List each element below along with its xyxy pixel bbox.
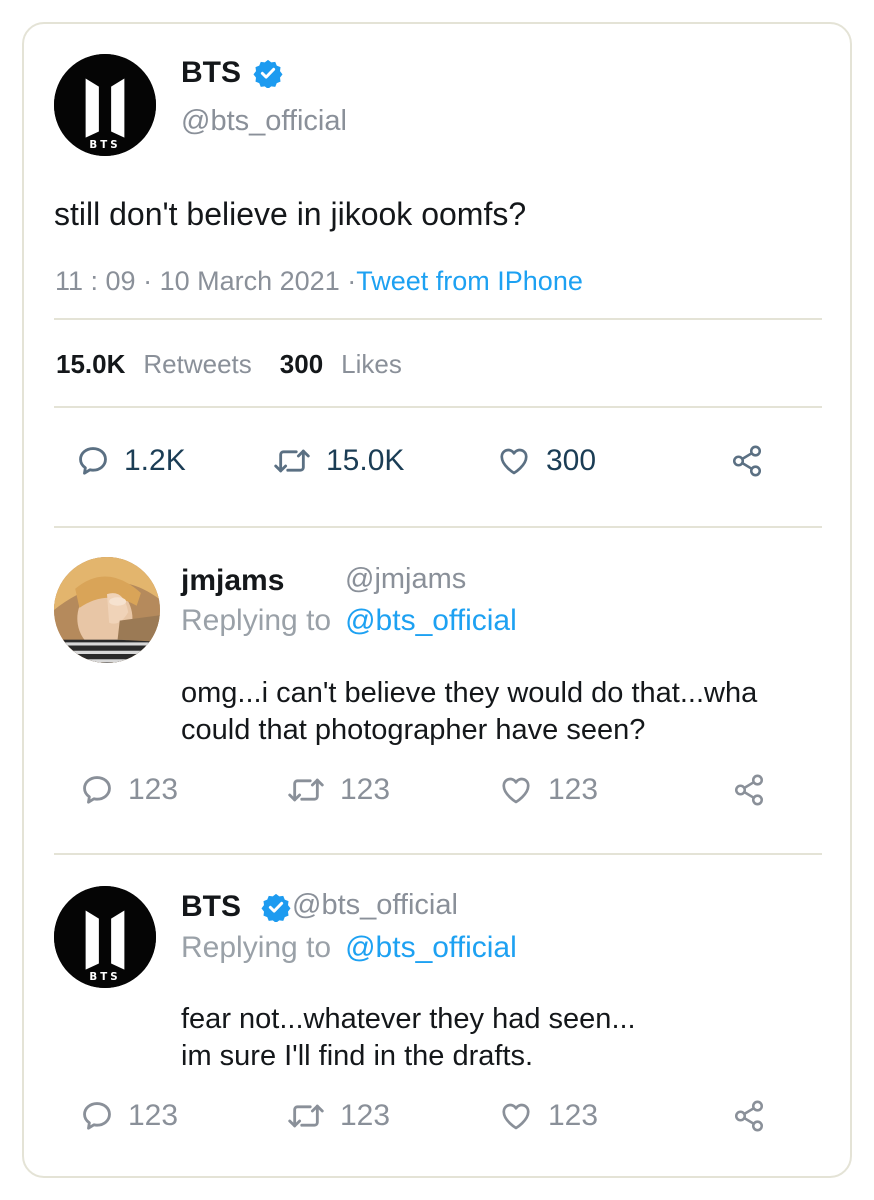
divider [54,406,822,408]
replying-mention-link[interactable]: @bts_official [345,931,517,964]
reply-button[interactable]: 123 [80,1099,178,1133]
reply-text-line: im sure I'll find in the drafts. [181,1040,534,1072]
replying-label: Replying to [181,931,332,964]
reply-text-line: omg...i can't believe they would do that… [181,677,758,709]
reply-author-name[interactable]: BTS [181,890,241,924]
tweet-meta: 11 : 09 · 10 March 2021 ·Tweet from IPho… [55,266,583,297]
reply-button[interactable]: 123 [80,773,178,807]
tweet-time: 11 : 09 [55,266,136,296]
author-handle[interactable]: @bts_official [181,105,347,138]
logo-text: BTS [89,140,120,151]
retweet-button[interactable]: 123 [286,773,390,807]
reply-author-handle[interactable]: @bts_official [292,889,458,922]
retweet-button[interactable]: 123 [286,1099,390,1133]
divider [54,526,822,528]
share-button[interactable] [730,444,764,478]
share-button[interactable] [732,773,766,807]
reply-icon [83,1102,111,1130]
replying-to: Replying to @bts_official [181,931,517,965]
bts-avatar[interactable]: BTS [54,886,156,988]
verified-badge-icon [253,58,283,88]
like-button[interactable]: 123 [498,1099,598,1133]
verified-badge-icon [261,892,291,922]
retweet-icon [288,778,324,802]
replying-mention-link[interactable]: @bts_official [345,604,517,637]
reply-text-line: fear not...whatever they had seen... [181,1003,636,1035]
retweet-button[interactable]: 15.0K [272,444,404,478]
meta-separator: · [347,266,357,296]
like-icon [502,777,530,804]
reply-text-line: could that photographer have seen? [181,714,646,746]
tweet-thread-card: BTS BTS @bts_official still don't believ… [22,22,852,1178]
meta-separator: · [143,266,160,296]
jmjams-avatar[interactable] [54,557,160,663]
reply-count: 123 [128,1099,179,1132]
like-button[interactable]: 300 [496,444,596,478]
tweet-date: 10 March 2021 [159,266,340,296]
bts-avatar[interactable]: BTS [54,54,156,156]
like-count: 300 [546,444,597,477]
retweet-icon [274,449,310,473]
like-count: 123 [548,1099,599,1132]
retweet-count: 15.0K [326,444,405,477]
share-icon [734,1100,764,1132]
share-icon [734,774,764,806]
like-count: 123 [548,773,599,806]
retweet-count: 123 [340,1099,391,1132]
like-icon [502,1103,530,1130]
share-button[interactable] [732,1099,766,1133]
share-icon [732,445,762,477]
logo-text: BTS [89,972,120,983]
reply-icon [83,776,111,804]
replying-label: Replying to [181,604,332,637]
reply-count: 1.2K [124,444,186,477]
reply-author-name[interactable]: jmjams [181,564,284,598]
likes-count[interactable]: 300 [280,349,323,379]
retweet-icon [288,1104,324,1128]
replying-to: Replying to @bts_official [181,604,517,638]
reply-button[interactable]: 1.2K [76,444,186,478]
reply-icon [79,447,107,475]
author-name[interactable]: BTS [181,56,241,90]
reply-count: 123 [128,773,179,806]
tweet-source-link[interactable]: Tweet from IPhone [356,266,583,296]
like-button[interactable]: 123 [498,773,598,807]
like-icon [500,448,528,475]
divider [54,318,822,320]
divider [54,853,822,855]
retweets-label[interactable]: Retweets [143,349,251,379]
reply-author-handle[interactable]: @jmjams [345,563,466,596]
tweet-text: still don't believe in jikook oomfs? [54,196,527,232]
retweets-count[interactable]: 15.0K [56,349,125,379]
likes-label[interactable]: Likes [341,349,402,379]
engagement-stats: 15.0K Retweets 300 Likes [56,349,430,380]
retweet-count: 123 [340,773,391,806]
